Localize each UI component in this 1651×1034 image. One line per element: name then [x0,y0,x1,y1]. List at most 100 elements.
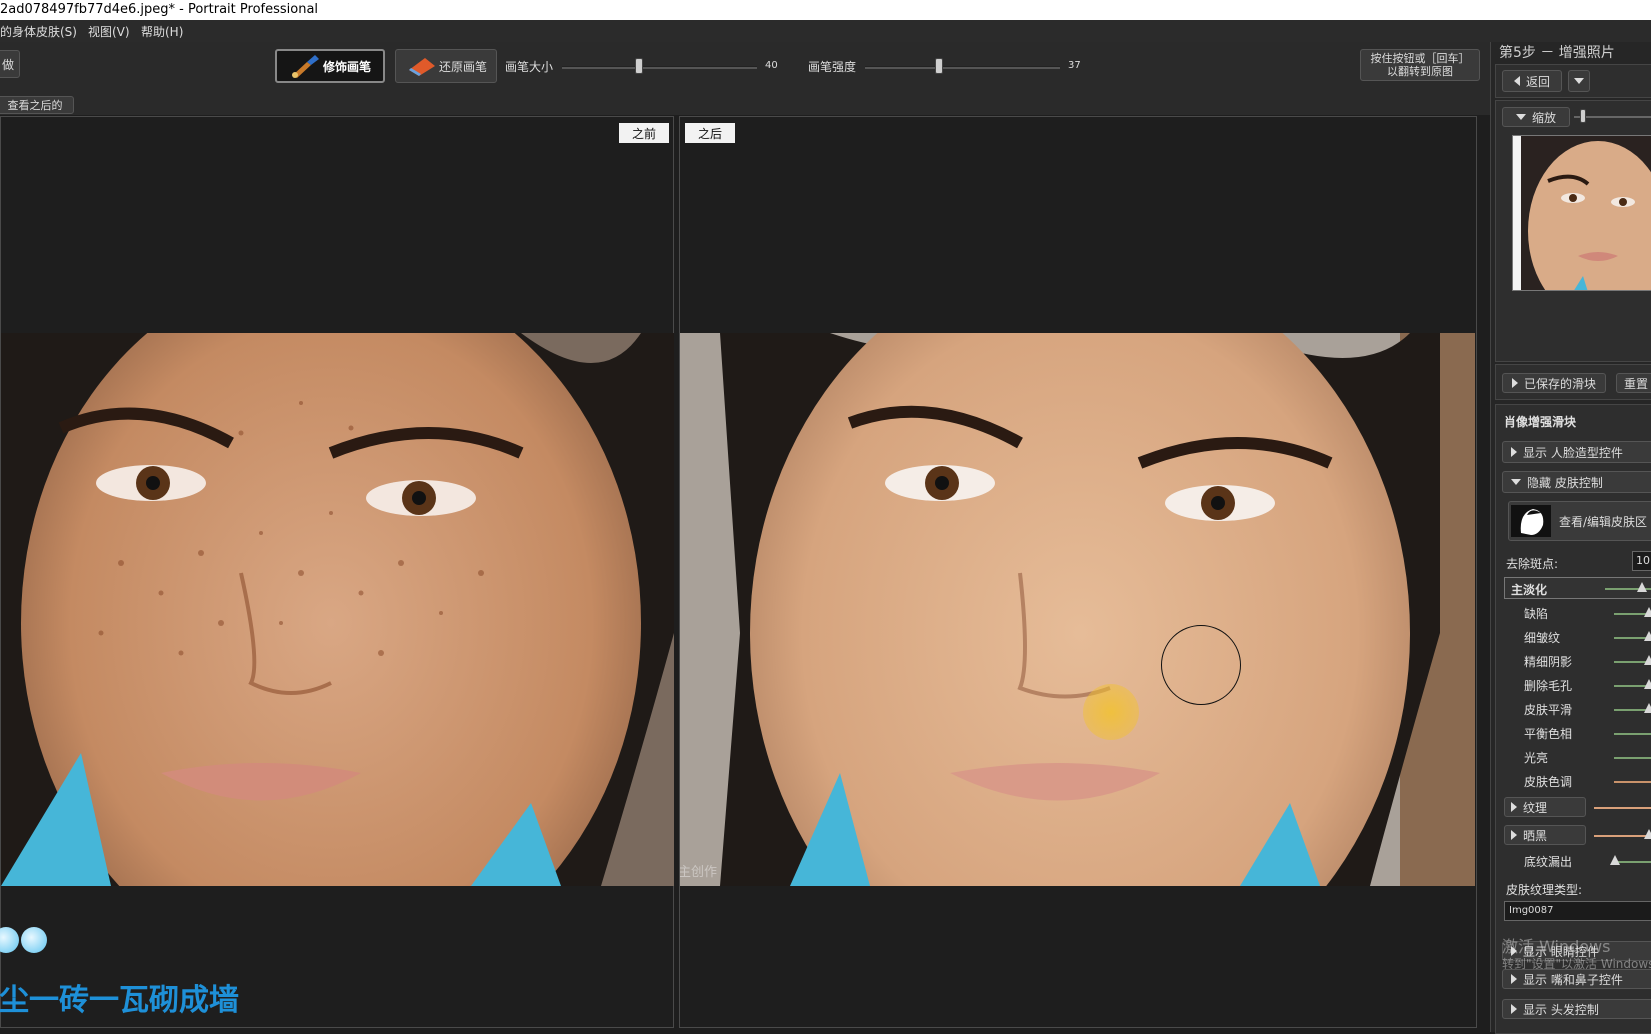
menu-item-view[interactable]: 视图(V) [88,23,130,40]
flip-button-line1: 按住按钮或［回车］ [1370,52,1470,65]
texture-leak-thumb[interactable] [1610,855,1620,865]
window-title: 2ad078497fb77d4e6.jpeg* - Portrait Profe… [0,2,319,17]
hide-skin-label: 隐藏 皮肤控制 [1527,475,1603,490]
back-button[interactable]: 返回 [1502,70,1562,92]
chevron-down-icon [1515,114,1526,120]
slider-thumb-fine-shadows[interactable] [1644,655,1651,665]
texture-button-label: 纹理 [1523,800,1548,815]
slider-label-shine: 光亮 [1524,751,1549,765]
view-after-button[interactable]: 查看之后的 [0,96,74,114]
flip-button-line2: 以翻转到原图 [1387,65,1453,78]
chevron-down-icon [1574,78,1584,84]
texture-leak-label: 底纹漏出 [1524,855,1573,869]
history-dropdown-button[interactable] [1568,70,1590,92]
chevron-right-icon [1511,378,1518,388]
activate-windows-title: 激活 Windows [1502,937,1611,956]
tan-slider-thumb[interactable] [1644,829,1651,839]
restore-brush-label: 还原画笔 [438,59,487,74]
show-hair-label: 显示 头发控制 [1523,1002,1599,1017]
saved-sliders-label: 已保存的滑块 [1523,376,1596,391]
after-pane: 之后 主创作 [679,116,1477,1028]
nav-box: 返回 [1495,64,1651,98]
brush-size-value: 40 [765,60,778,71]
after-label: 之后 [685,123,735,143]
slider-label-remove-pores: 删除毛孔 [1524,679,1573,693]
slider-label-fine-wrinkles: 细皱纹 [1524,631,1561,645]
main-smooth-row: 主淡化 [1504,577,1651,599]
slider-thumb-fine-wrinkles[interactable] [1644,631,1651,641]
slider-thumb-defects[interactable] [1644,607,1651,617]
watermark-bottom-text: 主创作 [680,865,718,880]
slider-track-shine[interactable] [1614,757,1651,759]
watermark-caption: 尘一砖一瓦砌成墙 [0,983,239,1018]
slider-label-fine-shadows: 精细阴影 [1524,655,1573,669]
show-face-shape-button[interactable]: 显示 人脸造型控件 [1502,441,1651,463]
cursor-dot [1083,684,1139,740]
left-tool-button[interactable]: 做 [0,50,20,78]
chevron-right-icon [1511,830,1517,840]
before-face-illustration [1,333,674,886]
view-edit-skin-label: 查看/编辑皮肤区 [1559,514,1648,529]
main-smooth-label: 主淡化 [1511,583,1548,597]
reset-button[interactable]: 重置 [1616,373,1651,393]
slider-track-balance-hue[interactable] [1614,733,1651,735]
brush-icon [291,55,319,78]
navigator-thumbnail[interactable] [1512,135,1651,291]
zoom-label: 缩放 [1531,110,1556,125]
saved-sliders-box: 已保存的滑块 重置 [1495,364,1651,400]
reset-button-label: 重置 [1623,376,1648,391]
menu-item-help[interactable]: 帮助(H) [141,23,183,40]
zoom-box: 缩放 [1495,100,1651,362]
zoom-slider-thumb[interactable] [1580,109,1586,123]
slider-thumb-skin-smooth[interactable] [1644,703,1651,713]
brush-strength-value: 37 [1068,60,1081,71]
view-after-label: 查看之后的 [7,99,63,112]
skin-texture-type-select[interactable]: Img0087 [1504,901,1651,921]
left-tool-label: 做 [1,57,14,72]
tan-button[interactable]: 晒黑 [1504,825,1586,845]
after-face-illustration [680,333,1475,886]
retouch-brush-button[interactable]: 修饰画笔 [275,49,385,83]
brush-size-label: 画笔大小 [505,60,554,74]
face-silhouette-icon [1511,505,1551,537]
chevron-right-icon [1511,1004,1517,1014]
brush-size-thumb[interactable] [635,58,643,74]
flip-to-original-button[interactable]: 按住按钮或［回车］ 以翻转到原图 [1360,49,1480,81]
brush-strength-label: 画笔强度 [808,60,857,74]
restore-brush-button[interactable]: 还原画笔 [395,49,497,83]
slider-track-skin-tone[interactable] [1614,781,1651,783]
tan-slider-track[interactable] [1594,835,1651,837]
back-button-label: 返回 [1525,74,1550,89]
brush-cursor-circle [1161,625,1241,705]
title-bar: 2ad078497fb77d4e6.jpeg* - Portrait Profe… [0,0,1651,20]
hide-skin-button[interactable]: 隐藏 皮肤控制 [1502,471,1651,493]
retouch-brush-label: 修饰画笔 [322,59,371,74]
enhance-sliders-panel: 肖像增强滑块 显示 人脸造型控件 隐藏 皮肤控制 查看/编辑皮肤区 去除斑点: … [1495,404,1651,1034]
show-face-shape-label: 显示 人脸造型控件 [1523,445,1623,460]
enhance-section-title: 肖像增强滑块 [1504,415,1577,429]
texture-button[interactable]: 纹理 [1504,797,1586,817]
slider-label-balance-hue: 平衡色相 [1524,727,1573,741]
saved-sliders-button[interactable]: 已保存的滑块 [1502,373,1606,393]
brush-strength-track[interactable] [865,66,1060,69]
menu-item-skin[interactable]: 的身体皮肤(S) [0,23,77,40]
brush-strength-thumb[interactable] [935,58,943,74]
show-mouth-nose-button[interactable]: 显示 嘴和鼻子控件 [1502,969,1651,989]
brush-size-track[interactable] [562,66,757,69]
slider-thumb-remove-pores[interactable] [1644,679,1651,689]
step-title: 第5步 － 增强照片 [1499,45,1615,61]
before-label: 之前 [619,123,669,143]
texture-slider-track[interactable] [1594,807,1651,809]
remove-spots-input[interactable]: 10 [1632,551,1651,571]
chevron-right-icon [1511,447,1517,457]
show-hair-button[interactable]: 显示 头发控制 [1502,999,1651,1019]
decor-dot-1 [0,927,19,953]
remove-spots-label: 去除斑点: [1506,557,1559,571]
chevron-down-icon [1511,479,1521,485]
zoom-toggle-button[interactable]: 缩放 [1502,107,1570,127]
view-edit-skin-button[interactable]: 查看/编辑皮肤区 [1508,501,1651,541]
main-smooth-thumb[interactable] [1637,582,1647,592]
back-arrow-icon [1513,76,1520,86]
slider-label-defects: 缺陷 [1524,607,1549,621]
before-pane: 之前 尘一砖一瓦砌成墙 [0,116,674,1028]
